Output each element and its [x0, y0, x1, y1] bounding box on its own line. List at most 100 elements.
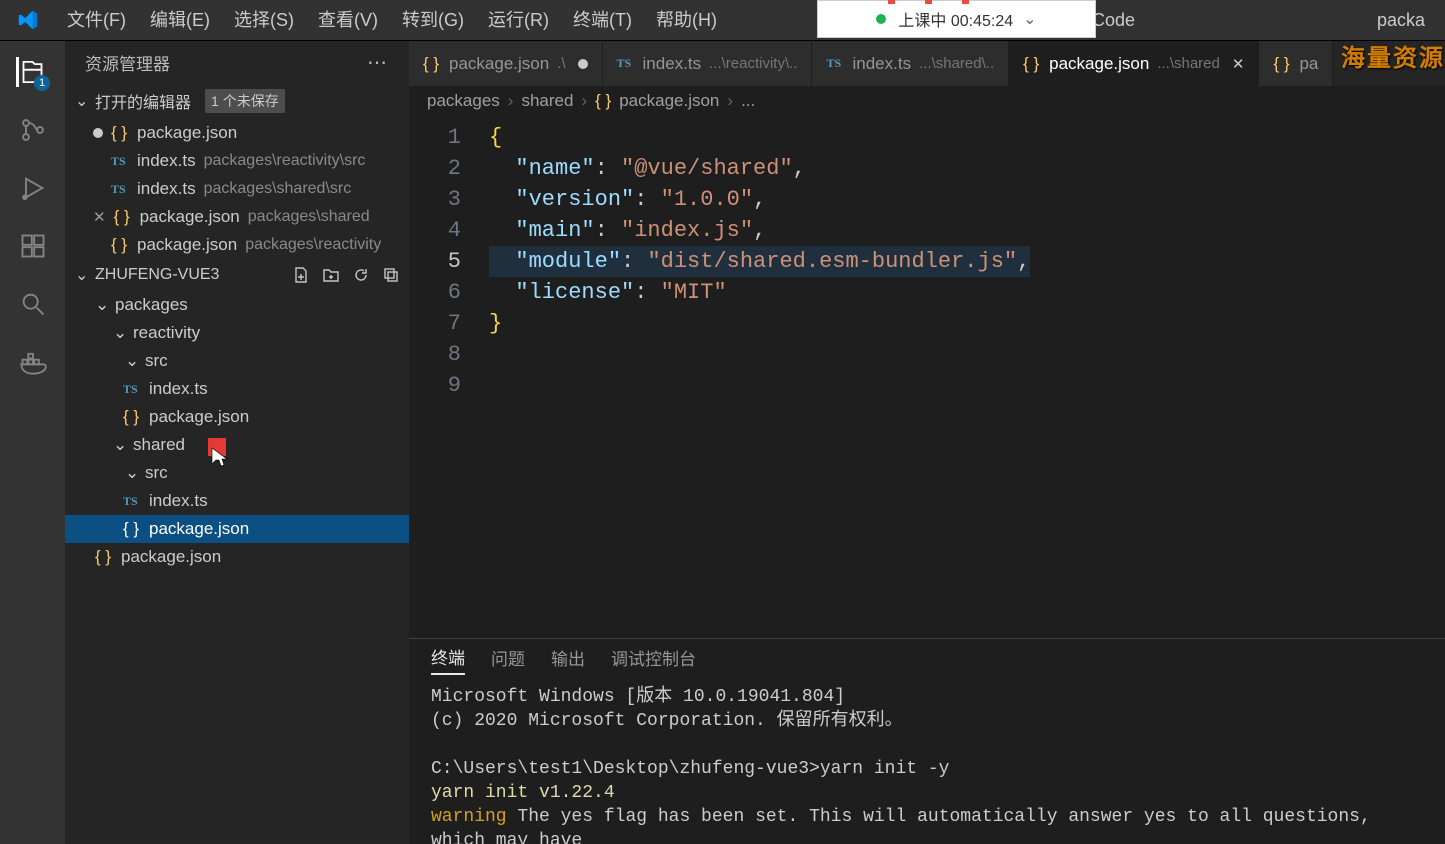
json-icon: { }	[123, 407, 141, 427]
tree-file-index-ts[interactable]: TS index.ts	[65, 375, 409, 403]
tree-file-index-ts[interactable]: TS index.ts	[65, 487, 409, 515]
activity-run[interactable]	[18, 173, 48, 203]
editor-tab[interactable]: TS index.ts ...\reactivity\..	[603, 41, 813, 86]
chevron-down-icon: ⌄	[1023, 9, 1036, 29]
term-line: (c) 2020 Microsoft Corporation. 保留所有权利。	[431, 711, 903, 731]
editor-tab[interactable]: { } package.json .\	[409, 41, 603, 86]
ts-icon: TS	[123, 382, 141, 397]
chevron-down-icon: ⌄	[113, 323, 125, 343]
close-icon[interactable]: ✕	[1232, 55, 1245, 73]
project-section[interactable]: ⌄ ZHUFENG-VUE3	[65, 259, 409, 291]
menu-help[interactable]: 帮助(H)	[644, 0, 729, 41]
unsaved-dot-icon	[93, 128, 103, 138]
tree-folder-packages[interactable]: ⌄ packages	[65, 291, 409, 319]
editor-tab[interactable]: { } package.json ...\shared ✕	[1009, 41, 1259, 86]
window-title: packa	[1377, 0, 1425, 41]
open-editor-item[interactable]: { } package.json packages\reactivity	[65, 231, 409, 259]
sidebar-more-icon[interactable]: ⋯	[367, 50, 389, 75]
breadcrumb-sep-icon: ›	[727, 91, 733, 111]
ts-icon: TS	[617, 56, 635, 71]
file-label: index.ts	[149, 491, 208, 511]
activity-docker[interactable]	[18, 347, 48, 377]
recording-status-overlay[interactable]: 上课中 00:45:24 ⌄	[817, 0, 1096, 38]
live-dot-icon	[876, 14, 886, 24]
tree-folder-src[interactable]: ⌄ src	[65, 347, 409, 375]
chevron-down-icon: ⌄	[95, 295, 107, 315]
panel-tab-output[interactable]: 输出	[551, 645, 585, 674]
activity-explorer[interactable]: 1	[16, 57, 46, 87]
code-editor[interactable]: 123456789 { "name": "@vue/shared", "vers…	[409, 116, 1445, 638]
ts-icon: TS	[826, 56, 844, 71]
open-editor-item[interactable]: ✕ { } package.json packages\shared	[65, 203, 409, 231]
close-icon[interactable]: ✕	[93, 208, 106, 226]
json-icon: { }	[595, 91, 611, 111]
menu-select[interactable]: 选择(S)	[222, 0, 306, 41]
terminal-output[interactable]: Microsoft Windows [版本 10.0.19041.804] (c…	[409, 679, 1445, 844]
new-folder-icon[interactable]	[323, 267, 339, 283]
term-line: yarn init v1.22.4	[431, 783, 615, 803]
menu-run[interactable]: 运行(R)	[476, 0, 561, 41]
open-editor-item[interactable]: TS index.ts packages\shared\src	[65, 175, 409, 203]
term-line: C:\Users\test1\Desktop\zhufeng-vue3>yarn…	[431, 759, 949, 779]
menu-bar: 文件(F) 编辑(E) 选择(S) 查看(V) 转到(G) 运行(R) 终端(T…	[55, 0, 729, 41]
editor-tab[interactable]: TS index.ts ...\shared\..	[812, 41, 1009, 86]
tree-folder-reactivity[interactable]: ⌄ reactivity	[65, 319, 409, 347]
sidebar-title: 资源管理器	[85, 50, 170, 75]
refresh-icon[interactable]	[353, 267, 369, 283]
json-icon: { }	[123, 519, 141, 539]
activity-extensions[interactable]	[18, 231, 48, 261]
editor-tab[interactable]: { } pa	[1259, 41, 1333, 86]
open-editor-file: package.json	[140, 207, 240, 227]
panel-tab-problems[interactable]: 问题	[491, 645, 525, 674]
file-label: index.ts	[149, 379, 208, 399]
title-bar: 文件(F) 编辑(E) 选择(S) 查看(V) 转到(G) 运行(R) 终端(T…	[0, 0, 1445, 41]
open-editor-file: index.ts	[137, 151, 196, 171]
open-editor-item[interactable]: TS index.ts packages\reactivity\src	[65, 147, 409, 175]
file-label: package.json	[149, 407, 249, 427]
panel-tab-terminal[interactable]: 终端	[431, 644, 465, 675]
breadcrumb[interactable]: packages › shared › { } package.json › .…	[409, 86, 1445, 116]
sidebar-header: 资源管理器 ⋯	[65, 41, 409, 83]
breadcrumb-item[interactable]: ...	[741, 91, 755, 111]
tree-file-package-json[interactable]: { } package.json	[65, 515, 409, 543]
folder-label: packages	[115, 295, 188, 315]
collapse-icon[interactable]	[383, 267, 399, 283]
line-gutter: 123456789	[409, 116, 479, 638]
breadcrumb-item[interactable]: package.json	[619, 91, 719, 111]
tree-file-package-json[interactable]: { } package.json	[65, 543, 409, 571]
breadcrumb-sep-icon: ›	[581, 91, 587, 111]
tree-folder-shared[interactable]: ⌄ shared	[65, 431, 409, 459]
term-line: Microsoft Windows [版本 10.0.19041.804]	[431, 687, 845, 707]
breadcrumb-item[interactable]: packages	[427, 91, 500, 111]
tab-file: package.json	[1049, 54, 1149, 74]
tab-path: ...\shared\..	[919, 55, 994, 72]
tab-path: ...\reactivity\..	[709, 55, 797, 72]
menu-edit[interactable]: 编辑(E)	[138, 0, 222, 41]
chevron-down-icon: ⌄	[113, 435, 125, 455]
menu-view[interactable]: 查看(V)	[306, 0, 390, 41]
project-name: ZHUFENG-VUE3	[95, 266, 219, 284]
activity-search[interactable]	[18, 289, 48, 319]
activity-scm[interactable]	[18, 115, 48, 145]
open-editors-section[interactable]: ⌄ 打开的编辑器 1 个未保存	[65, 83, 409, 119]
tab-path: .\	[557, 55, 565, 72]
file-label: package.json	[121, 547, 221, 567]
menu-terminal[interactable]: 终端(T)	[561, 0, 644, 41]
window-title-left: packa	[1377, 0, 1425, 41]
tree-folder-src[interactable]: ⌄ src	[65, 459, 409, 487]
panel-tabs: 终端 问题 输出 调试控制台	[409, 639, 1445, 679]
menu-goto[interactable]: 转到(G)	[390, 0, 476, 41]
open-editor-path: packages\reactivity\src	[204, 152, 366, 170]
chevron-down-icon: ⌄	[125, 351, 137, 371]
tree-file-package-json[interactable]: { } package.json	[65, 403, 409, 431]
new-file-icon[interactable]	[293, 267, 309, 283]
chevron-down-icon: ⌄	[125, 463, 137, 483]
json-icon: { }	[423, 54, 441, 74]
bottom-panel: 终端 问题 输出 调试控制台 Microsoft Windows [版本 10.…	[409, 638, 1445, 844]
open-editor-item[interactable]: { } package.json	[65, 119, 409, 147]
menu-file[interactable]: 文件(F)	[55, 0, 138, 41]
code-body[interactable]: { "name": "@vue/shared", "version": "1.0…	[479, 116, 1445, 638]
folder-label: src	[145, 463, 168, 483]
panel-tab-debug[interactable]: 调试控制台	[611, 645, 696, 674]
breadcrumb-item[interactable]: shared	[521, 91, 573, 111]
